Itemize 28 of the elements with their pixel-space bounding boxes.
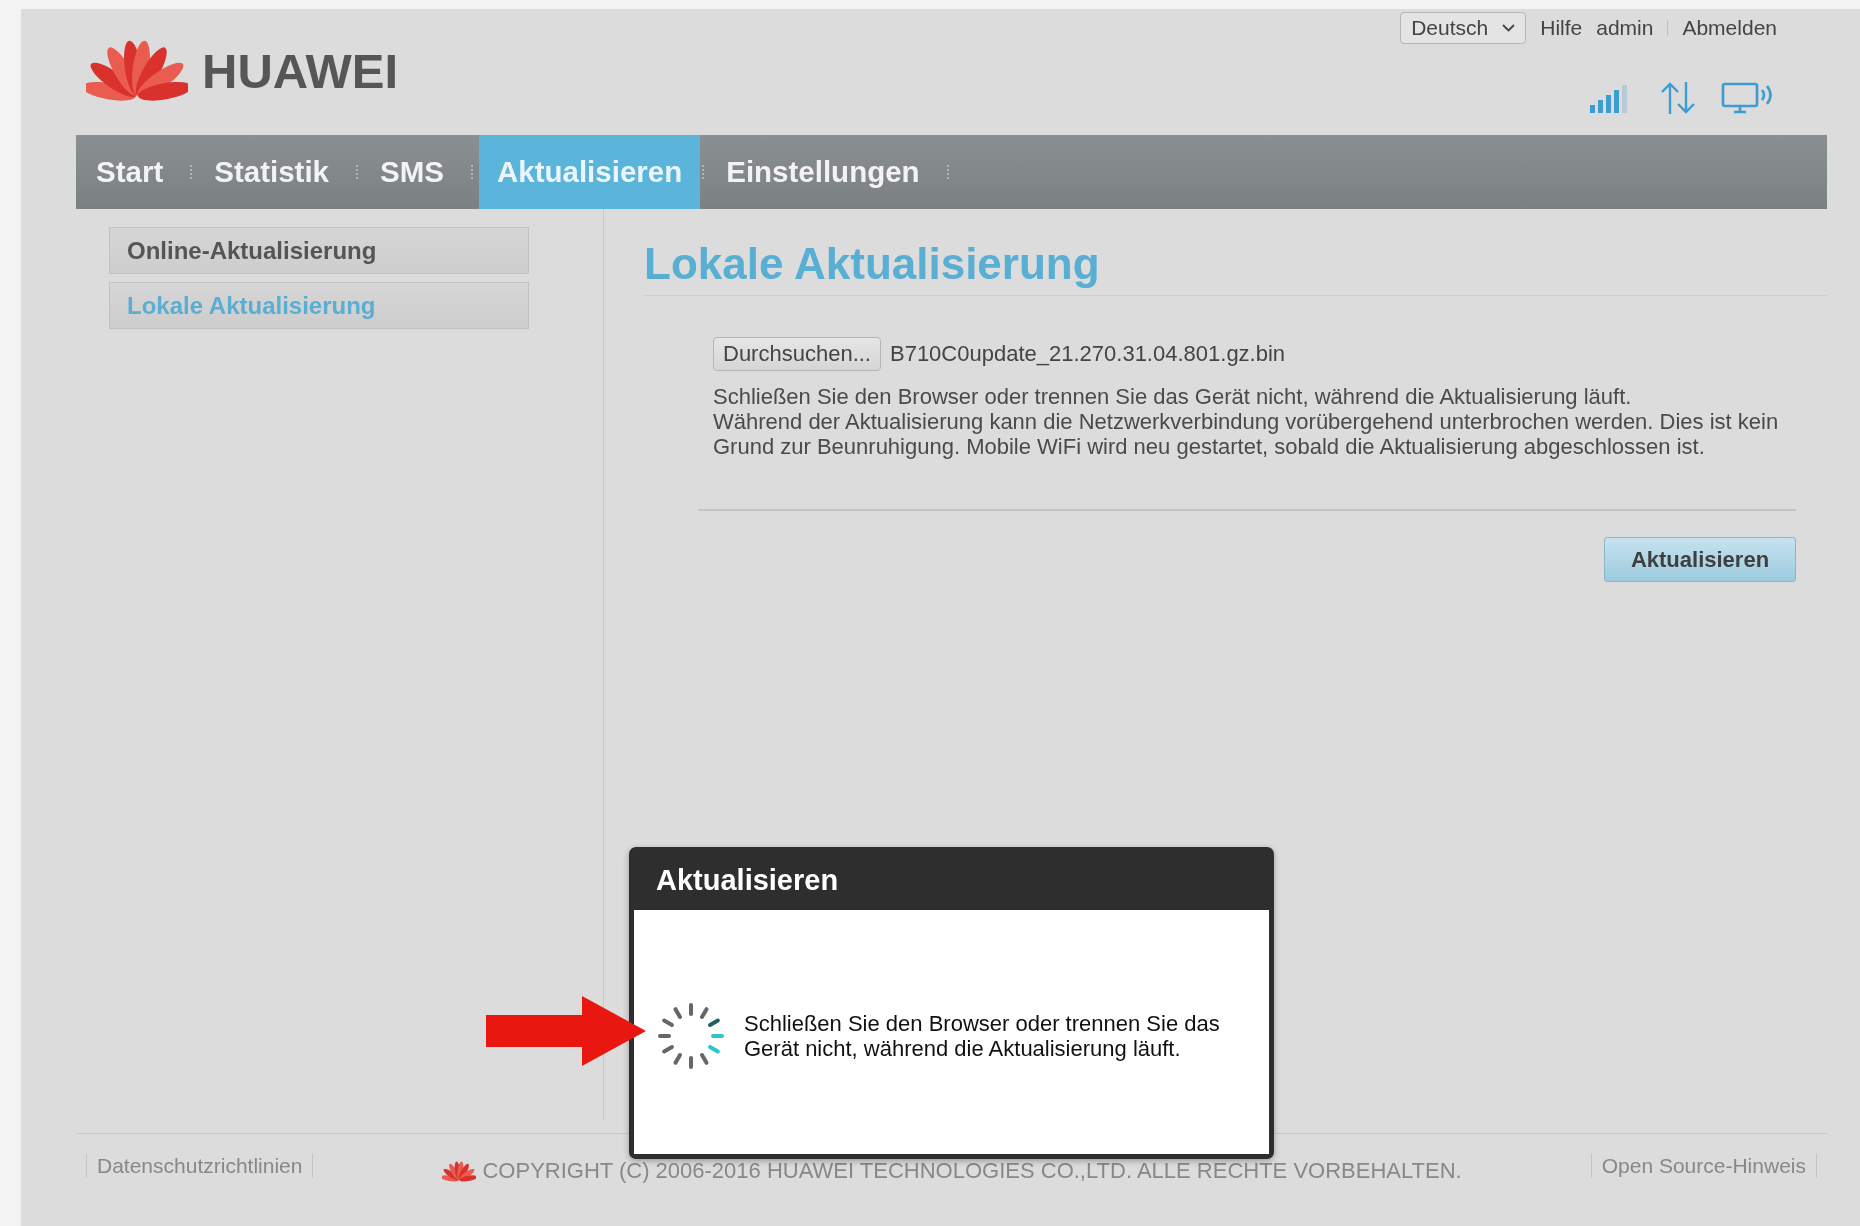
page-title: Lokale Aktualisierung (644, 209, 1827, 296)
sidebar-item[interactable]: Online-Aktualisierung (109, 227, 529, 274)
copyright-text: COPYRIGHT (C) 2006-2016 HUAWEI TECHNOLOGIES CO.,LTD. ALLE RECHTE VORBEHALTEN. (482, 1158, 1462, 1184)
update-button[interactable]: Aktualisieren (1604, 537, 1796, 582)
nav-tab[interactable]: Aktualisieren (478, 135, 701, 209)
dialog-message: Schließen Sie den Browser oder trennen Sie das Gerät nicht, während die Aktualisierung läuft. (744, 1011, 1221, 1061)
sidebar-item[interactable]: Lokale Aktualisierung (109, 282, 529, 329)
file-name: B710C0update_21.270.31.04.801.gz.bin (889, 341, 1286, 367)
brand-name: HUAWEI (202, 42, 398, 99)
header-link[interactable]: admin (1596, 16, 1654, 40)
info-text: Während der Aktualisierung kann die Netzwerkverbindung vorübergehend unterbrochen werden. Dies ist kein Grund zur Beunruhigung. Mobile WiFi wird neu gestartet, sobald die Aktualisierung abgeschlossen ist. (713, 409, 1780, 459)
logo-icon (442, 1159, 477, 1183)
spinner-icon (656, 1001, 726, 1071)
info-text: Schließen Sie den Browser oder trennen Sie das Gerät nicht, während die Aktualisierung läuft. (713, 384, 1633, 409)
dialog-title: Aktualisieren (655, 863, 840, 898)
header-link[interactable]: Abmelden (1682, 16, 1777, 40)
nav-tab[interactable]: Start (76, 135, 189, 209)
open-source-link[interactable]: Open Source-Hinweis (1590, 1154, 1817, 1178)
header-link[interactable]: Hilfe (1540, 16, 1583, 40)
nav-tab[interactable]: Statistik (194, 135, 354, 209)
language-select[interactable]: Deutsch (1400, 12, 1527, 44)
nav-tab[interactable]: SMS (360, 135, 469, 209)
browse-button[interactable]: Durchsuchen... (713, 337, 881, 371)
privacy-link[interactable]: Datenschutzrichtlinien (86, 1154, 314, 1178)
nav-tab[interactable]: Einstellungen (706, 135, 945, 209)
monitor-icon (1721, 81, 1775, 115)
transfer-arrows-icon (1659, 81, 1697, 115)
chevron-down-icon (1502, 24, 1516, 32)
